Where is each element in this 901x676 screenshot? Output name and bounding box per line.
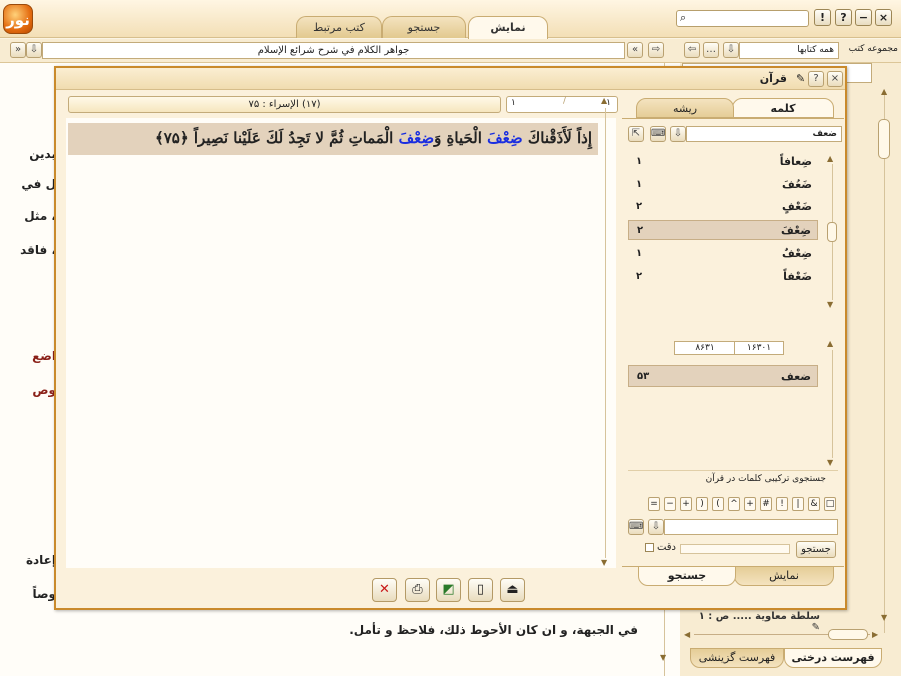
tab-pane-search[interactable]: جستجو: [638, 566, 736, 586]
list-item[interactable]: ضِعافاً ۱: [628, 152, 818, 172]
list-item[interactable]: ضَعْفٍ ۲: [628, 197, 818, 217]
operator-button[interactable]: ^: [728, 497, 740, 511]
list-item[interactable]: ضَعُفَ ۱: [628, 175, 818, 195]
collection-dropdown-icon[interactable]: ⇩: [723, 42, 739, 58]
word-input[interactable]: ضعف: [686, 126, 842, 142]
text-line: إعادة: [25, 553, 56, 567]
tab-word[interactable]: کلمه: [732, 98, 834, 118]
dialog-title: قرآن: [759, 72, 787, 85]
tab-pane-display[interactable]: نمایش: [734, 566, 834, 586]
text-line: ، مثل: [24, 209, 56, 223]
text-line: يدين: [29, 147, 56, 161]
rewind-icon[interactable]: «: [627, 42, 643, 58]
list-item[interactable]: ضِعْفٌ ۱: [628, 244, 818, 264]
verse-line[interactable]: إِذاً لَأَذَقْناكَ ضِعْفَ الْحَياةِ وَضِ…: [68, 123, 598, 155]
combo-search-input[interactable]: [664, 519, 838, 535]
global-search-input[interactable]: ⌕: [676, 10, 809, 27]
text-line: اضع: [32, 349, 56, 363]
scroll-down-icon[interactable]: ▼: [601, 558, 607, 567]
search-button[interactable]: جستجو: [796, 541, 836, 558]
dropdown-arrow-icon[interactable]: ⇩: [26, 42, 42, 58]
text-line: ل في: [21, 177, 56, 191]
keyboard-icon[interactable]: ⌨: [628, 519, 644, 535]
operator-button[interactable]: ): [696, 497, 708, 511]
tab-tree-index[interactable]: فهرست درختی: [784, 648, 882, 668]
hscroll-thumb[interactable]: [828, 629, 868, 640]
back-arrow-icon[interactable]: ⇦: [684, 42, 700, 58]
verse-text-area: إِذاً لَأَذَقْناكَ ضِعْفَ الْحَياةِ وَضِ…: [66, 118, 616, 568]
operator-button[interactable]: (: [712, 497, 724, 511]
index-horizontal-scrollbar[interactable]: ◀ ▶: [684, 628, 880, 642]
collection-label: مجموعه کتب: [848, 44, 898, 54]
copy-icon[interactable]: ▯: [468, 578, 493, 602]
close-icon[interactable]: ✕: [372, 578, 397, 602]
quran-search-pane: کلمه ریشه ⇱ ⌨ ⇩ ضعف ضِعافاً ۱ ضَعُفَ ۱ ضَع…: [622, 92, 844, 586]
operator-button[interactable]: &: [808, 497, 820, 511]
dropdown-arrow-icon[interactable]: ⇩: [670, 126, 686, 142]
export-icon[interactable]: ◩: [436, 578, 461, 602]
operator-button[interactable]: =: [648, 497, 660, 511]
text-line: ، فاقد: [20, 243, 56, 257]
tab-related-books[interactable]: کتب مرتبط: [296, 16, 382, 38]
keyboard-icon[interactable]: ⌨: [650, 126, 666, 142]
operator-button[interactable]: +: [680, 497, 692, 511]
combo-search-label: جستجوی ترکیبی کلمات در قرآن: [705, 474, 826, 484]
jump-icon[interactable]: ⇱: [628, 126, 644, 142]
operator-button[interactable]: !: [776, 497, 788, 511]
book-title-field[interactable]: جواهر الكلام في شرح شرائع الإسلام: [42, 42, 625, 59]
operator-button[interactable]: +: [744, 497, 756, 511]
fast-forward-icon[interactable]: »: [10, 42, 26, 58]
tab-display[interactable]: نمایش: [468, 16, 548, 39]
occurrence-count-left: ۸۶۳۱: [674, 341, 736, 355]
help-icon[interactable]: ?: [808, 71, 824, 87]
close-icon[interactable]: ×: [827, 71, 843, 87]
operator-button[interactable]: □: [824, 497, 836, 511]
checkbox-icon: [644, 542, 654, 552]
forward-arrow-icon[interactable]: ⇨: [648, 42, 664, 58]
quran-icon: ✎: [796, 72, 806, 85]
list-item[interactable]: ضَعْفاً ۲: [628, 267, 818, 287]
tab-search[interactable]: جستجو: [382, 16, 466, 38]
index-scroll-thumb[interactable]: [878, 119, 890, 159]
tab-root[interactable]: ریشه: [636, 98, 734, 118]
operator-button[interactable]: −: [664, 497, 676, 511]
help-button[interactable]: !: [814, 9, 831, 26]
occurrence-count-right: ۱۶۳۰۱: [734, 341, 784, 355]
text-line: وص: [32, 383, 56, 397]
more-icon[interactable]: …: [703, 42, 719, 58]
scroll-up-icon[interactable]: ▲: [881, 87, 887, 96]
insert-icon[interactable]: ⏏: [500, 578, 525, 602]
minimize-button[interactable]: −: [855, 9, 872, 26]
collection-select[interactable]: همه کتابها: [739, 42, 839, 59]
precision-checkbox[interactable]: دقت: [626, 542, 676, 553]
operator-button[interactable]: |: [792, 497, 804, 511]
dropdown-arrow-icon[interactable]: ⇩: [648, 519, 664, 535]
tab-selective-index[interactable]: فهرست گزینشی: [690, 648, 784, 668]
quran-dialog: قرآن × ? ✎ (۱۷) الإسراء : ۷۵ ۱ / ۱ إِذاً…: [54, 66, 847, 610]
scroll-down-icon[interactable]: ▼: [881, 613, 887, 622]
pager-total: ۱: [511, 98, 516, 108]
highlighted-word: ضِعْفَ: [398, 129, 435, 147]
text-line: وصاً: [32, 587, 56, 601]
verse-reference: (۱۷) الإسراء : ۷۵: [68, 96, 501, 113]
title-bar: نور نمایش جستجو کتب مرتبط ⌕ ! ? − ×: [0, 0, 901, 39]
search-progress: [680, 544, 790, 554]
close-window-button[interactable]: ×: [875, 9, 892, 26]
operator-button[interactable]: #: [760, 497, 772, 511]
verse-scrollbar[interactable]: ▲ ▼: [598, 96, 612, 570]
app-logo: نور: [3, 4, 33, 34]
dialog-title-bar[interactable]: قرآن × ? ✎: [56, 68, 845, 90]
search-icon: ⌕: [680, 11, 687, 24]
about-button[interactable]: ?: [835, 9, 852, 26]
list-item-selected[interactable]: ضِعْفَ ۲: [628, 220, 818, 240]
root-row[interactable]: ضعف ۵۳: [628, 365, 818, 387]
print-icon[interactable]: ⎙: [405, 578, 430, 602]
scroll-up-icon[interactable]: ▲: [601, 96, 607, 105]
highlighted-word: ضِعْفَ: [487, 129, 523, 147]
text-line: في الجبهة، و ان كان الأحوط ذلك، فلاحظ و …: [349, 623, 638, 637]
